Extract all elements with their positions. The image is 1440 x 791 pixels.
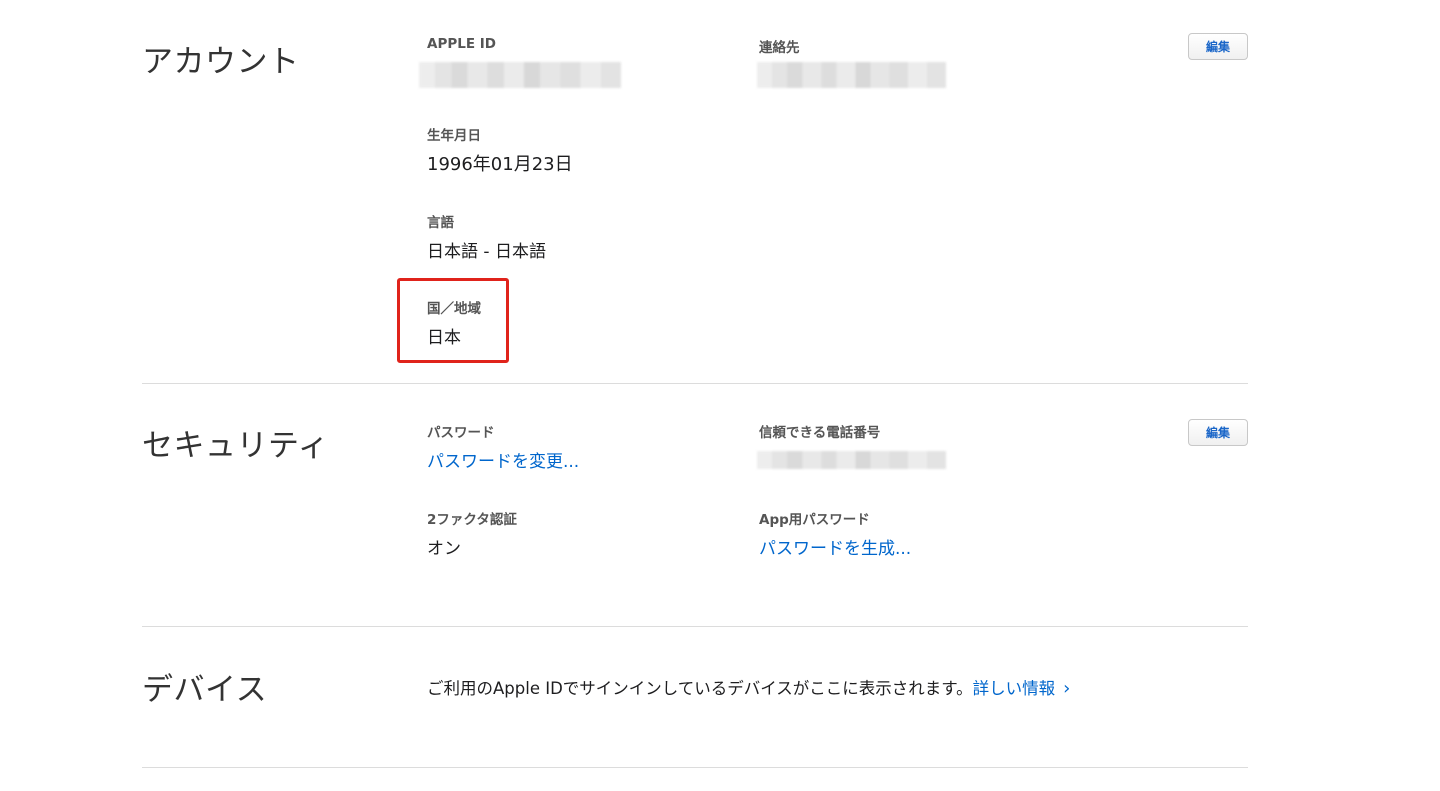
security-section-title: セキュリティ — [142, 428, 330, 464]
account-edit-button[interactable]: 編集 — [1188, 33, 1248, 60]
change-password-link[interactable]: パスワードを変更... — [427, 447, 579, 472]
devices-description-row: ご利用のApple IDでサインインしているデバイスがここに表示されます。詳しい… — [427, 675, 1070, 699]
devices-section-title: デバイス — [142, 672, 268, 708]
learn-more-link[interactable]: 詳しい情報 — [973, 679, 1056, 698]
devices-divider — [142, 767, 1248, 768]
apple-id-redacted-value — [419, 62, 621, 88]
region-highlight-box — [397, 278, 509, 363]
apple-id-settings-page: アカウント APPLE ID 連絡先 編集 生年月日 1996年01月23日 言… — [0, 0, 1440, 791]
devices-description: ご利用のApple IDでサインインしているデバイスがここに表示されます。 — [427, 679, 973, 698]
password-label: パスワード — [427, 425, 495, 441]
language-value: 日本語 - 日本語 — [427, 242, 546, 262]
app-password-label: App用パスワード — [759, 512, 870, 528]
account-section-title: アカウント — [142, 44, 300, 80]
account-divider — [142, 383, 1248, 384]
birthday-label: 生年月日 — [427, 128, 481, 144]
chevron-right-icon[interactable]: › — [1063, 678, 1070, 699]
security-edit-button[interactable]: 編集 — [1188, 419, 1248, 446]
generate-password-link[interactable]: パスワードを生成... — [759, 534, 911, 559]
trusted-phone-label: 信頼できる電話番号 — [759, 425, 881, 441]
two-factor-value: オン — [427, 539, 461, 559]
apple-id-label: APPLE ID — [427, 36, 496, 52]
birthday-value: 1996年01月23日 — [427, 154, 573, 175]
language-label: 言語 — [427, 215, 454, 231]
contact-label: 連絡先 — [759, 40, 800, 56]
contact-redacted-value — [757, 62, 946, 88]
security-divider — [142, 626, 1248, 627]
two-factor-label: 2ファクタ認証 — [427, 512, 517, 528]
trusted-phone-redacted-value — [757, 451, 946, 469]
